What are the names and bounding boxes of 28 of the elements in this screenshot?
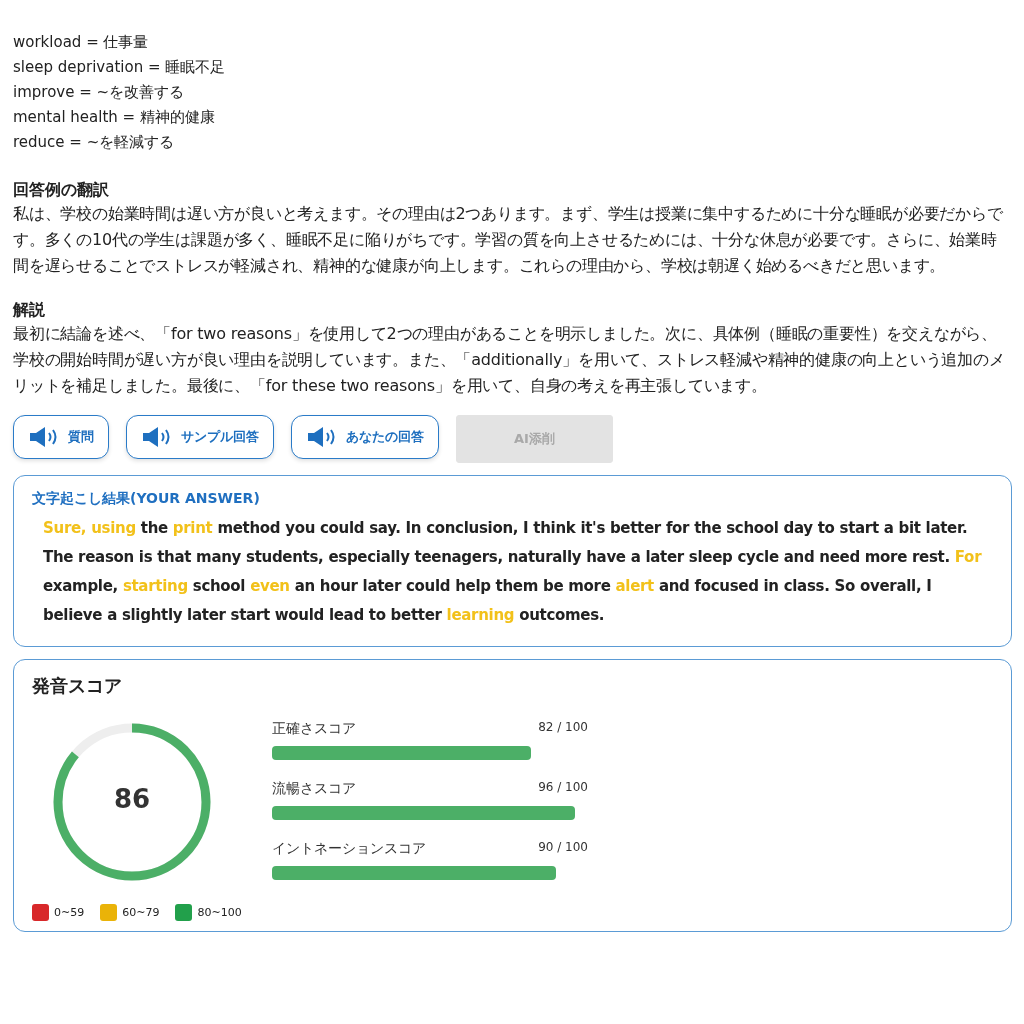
legend-label: 60~79	[122, 906, 160, 919]
vocabulary-line: workload = 仕事量	[13, 32, 150, 53]
section-paragraph: 最初に結論を述べ、「for two reasons」を使用して2つの理由があることを明示しました。次に、具体例（睡眠の重要性）を交えながら、学校の開始時間が遅い方が良い理由を説明しています。また、「additionally」を用いて、ストレス軽減や精神的健康の向上という追加のメリットを補足しました。最後に、「for these two reasons」を用いて、自身の考えを再主張しています。	[13, 323, 1006, 397]
speaker-icon	[28, 426, 58, 448]
metric-label: 流暢さスコア	[272, 780, 356, 798]
section-heading: 解説	[13, 299, 46, 321]
vocabulary-line: reduce = ~を軽減する	[13, 132, 176, 153]
section-heading: 回答例の翻訳	[13, 179, 110, 201]
speaker-icon	[306, 426, 336, 448]
audio-button[interactable]: サンプル回答	[126, 415, 274, 459]
vocabulary-line: mental health = 精神的健康	[13, 107, 216, 128]
metric-label: イントネーションスコア	[272, 840, 426, 858]
audio-button[interactable]: 質問	[13, 415, 109, 459]
speaker-icon	[141, 426, 171, 448]
vocabulary-line: sleep deprivation = 睡眠不足	[13, 57, 227, 78]
vocabulary-line: improve = ~を改善する	[13, 82, 186, 103]
metric-label: 正確さスコア	[272, 720, 356, 738]
metric-reading: 90 / 100	[538, 840, 588, 856]
transcript-title: 文字起こし結果(YOUR ANSWER)	[32, 490, 261, 508]
legend-label: 0~59	[54, 906, 85, 919]
score-title: 発音スコア	[32, 674, 123, 698]
transcript-text: Sure, using the print method you could say. In conclusion, I think it's better for the school day to start a bit later. The reason is that many students, especially teenagers, naturally have a later sleep cycle and need more rest. For example, starting school even an hour later could help them be more alert and focused in class. So overall, I believe a slightly later start would lead to better learning outcomes.	[42, 518, 983, 626]
section-paragraph: 私は、学校の始業時間は遅い方が良いと考えます。その理由は2つあります。まず、学生は授業に集中するために十分な睡眠が必要だからです。多くの10代の学生は課題が多く、睡眠不足に陥りがちです。学習の質を向上させるためには、十分な休息が必要です。さらに、始業時間を遅らせることでストレスが軽減され、精神的な健康が向上します。これらの理由から、学校は朝遅く始めるべきだと思います。	[13, 203, 1004, 277]
legend-label: 80~100	[197, 906, 242, 919]
metric-reading: 82 / 100	[538, 720, 588, 736]
audio-button[interactable]: あなたの回答	[291, 415, 439, 459]
metric-reading: 96 / 100	[538, 780, 588, 796]
overall-score: 86	[112, 784, 152, 814]
